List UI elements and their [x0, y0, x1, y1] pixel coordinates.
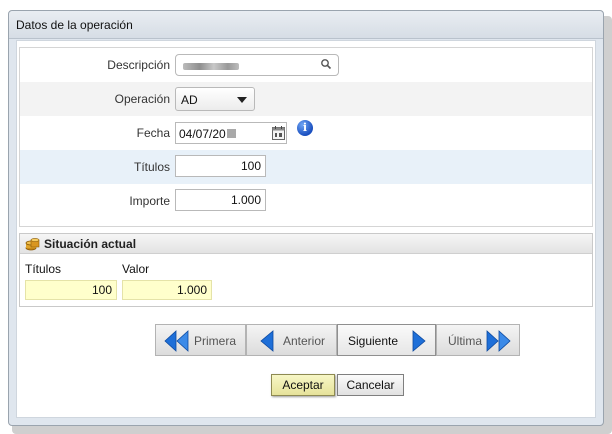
situacion-panel-header: Situación actual [20, 234, 592, 254]
info-icon[interactable]: i [297, 120, 313, 136]
search-icon[interactable] [320, 58, 332, 70]
next-button[interactable]: Siguiente [337, 324, 436, 356]
situacion-valor-label: Valor [122, 262, 150, 276]
double-arrow-right-icon [486, 330, 511, 352]
coins-icon [25, 238, 40, 251]
fecha-value: 04/07/20 [179, 127, 226, 141]
accept-button[interactable]: Aceptar [271, 374, 335, 396]
descripcion-search-input[interactable] [175, 54, 339, 76]
cancel-button[interactable]: Cancelar [337, 374, 404, 396]
fecha-date-input[interactable]: 04/07/20 [175, 122, 287, 144]
record-navigation: Primera Anterior Siguiente Última [155, 324, 520, 356]
row-titulos: Títulos 100 [20, 150, 592, 184]
last-button[interactable]: Última [436, 324, 520, 356]
operation-dialog: Datos de la operación Descripción Operac… [8, 10, 604, 426]
situacion-valor-value: 1.000 [122, 280, 212, 300]
fecha-redacted-digits [227, 129, 236, 138]
next-button-label: Siguiente [348, 334, 399, 348]
row-importe: Importe 1.000 [20, 184, 592, 218]
calendar-icon[interactable] [272, 126, 285, 140]
row-descripcion: Descripción [20, 48, 592, 82]
first-button[interactable]: Primera [155, 324, 246, 356]
descripcion-redacted-value [183, 63, 239, 70]
importe-label: Importe [129, 194, 170, 208]
operacion-selected-value: AD [181, 93, 198, 107]
situacion-titulos-label: Títulos [25, 262, 62, 276]
titulos-label: Títulos [133, 160, 170, 174]
first-button-label: Primera [194, 334, 237, 348]
dialog-body: Descripción Operación AD Fecha 04/07/20 … [16, 40, 596, 418]
operacion-select[interactable]: AD [175, 87, 255, 111]
arrow-left-icon [260, 330, 274, 352]
dialog-title: Datos de la operación [16, 18, 133, 32]
previous-button-label: Anterior [283, 334, 326, 348]
situacion-titulos-value: 100 [25, 280, 117, 300]
arrow-right-icon [412, 330, 426, 352]
chevron-down-icon [237, 97, 247, 103]
previous-button[interactable]: Anterior [246, 324, 337, 356]
operation-form: Descripción Operación AD Fecha 04/07/20 … [19, 47, 593, 227]
importe-input[interactable]: 1.000 [175, 189, 266, 211]
fecha-label: Fecha [136, 126, 170, 140]
titulos-input[interactable]: 100 [175, 155, 266, 177]
dialog-titlebar: Datos de la operación [9, 11, 603, 39]
row-operacion: Operación AD [20, 82, 592, 116]
operacion-label: Operación [114, 92, 170, 106]
situacion-actual-panel: Situación actual Títulos Valor 100 1.000 [19, 233, 593, 307]
situacion-title: Situación actual [44, 237, 137, 251]
descripcion-label: Descripción [107, 58, 170, 72]
double-arrow-left-icon [164, 330, 189, 352]
last-button-label: Última [448, 334, 483, 348]
row-fecha: Fecha 04/07/20 i [20, 116, 592, 150]
